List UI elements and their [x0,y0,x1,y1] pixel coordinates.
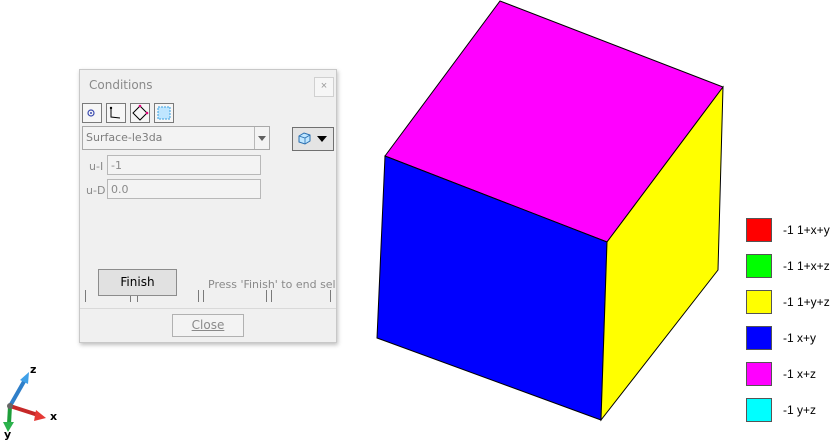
entity-type-menu-button[interactable] [292,127,334,151]
point-tool-button[interactable] [82,103,102,123]
dialog-separator [80,308,336,309]
axis-origin [7,403,13,409]
z-axis-label: z [30,363,37,376]
legend-label: -1 1+y+z [783,295,830,309]
point-tool-icon [87,109,95,117]
legend-item: -1 1+x+z [746,254,840,280]
dialog-title: Conditions [89,78,153,92]
u-i-input[interactable]: -1 [107,155,261,175]
chevron-down-icon[interactable] [254,127,269,149]
close-button[interactable]: Close [172,314,244,337]
legend-swatch [746,398,772,422]
u-d-input[interactable]: 0.0 [107,179,261,199]
finish-button[interactable]: Finish [98,269,177,296]
status-hint: Press 'Finish' to end sele [208,275,336,291]
condition-select[interactable]: Surface-le3da [82,126,270,150]
legend-swatch [746,218,772,242]
legend-item: -1 x+y [746,326,840,352]
legend-label: -1 x+y [783,331,817,345]
legend-swatch [746,362,772,386]
line-tool-icon [109,106,121,119]
volume-tool-icon [157,106,171,120]
legend-label: -1 1+x+y [783,223,830,237]
legend-item: -1 1+x+y [746,218,840,244]
legend-item: -1 y+z [746,398,840,424]
hidden-button[interactable] [203,290,267,302]
legend-swatch [746,326,772,350]
field-label-u-i: u-I [89,160,104,173]
legend-label: -1 x+z [783,367,817,381]
condition-select-value: Surface-le3da [86,131,163,144]
legend-label: -1 1+x+z [783,259,830,273]
status-hint-text: Press 'Finish' to end sele [208,278,336,291]
surface-tool-icon [132,104,149,121]
hidden-button[interactable] [271,290,331,302]
legend-label: -1 y+z [783,403,817,417]
dialog-close-x-button[interactable]: × [314,77,334,97]
x-axis-arrowhead [34,410,46,421]
cube-icon [298,132,311,145]
chevron-down-icon [317,136,327,142]
axis-triad: z x y [0,360,70,442]
volume-tool-button[interactable] [154,103,174,123]
line-tool-button[interactable] [106,103,126,123]
surface-tool-button[interactable] [130,103,150,123]
legend-swatch [746,254,772,278]
z-axis-arrow [8,377,28,407]
conditions-dialog: Conditions × Surface-le3da u-I -1 u-D 0.… [79,69,337,343]
field-label-u-d: u-D [86,184,106,197]
legend-swatch [746,290,772,314]
x-axis-arrow [9,404,39,417]
y-axis-label: y [4,428,12,441]
legend-item: -1 1+y+z [746,290,840,316]
x-axis-label: x [50,410,58,423]
legend-item: -1 x+z [746,362,840,388]
